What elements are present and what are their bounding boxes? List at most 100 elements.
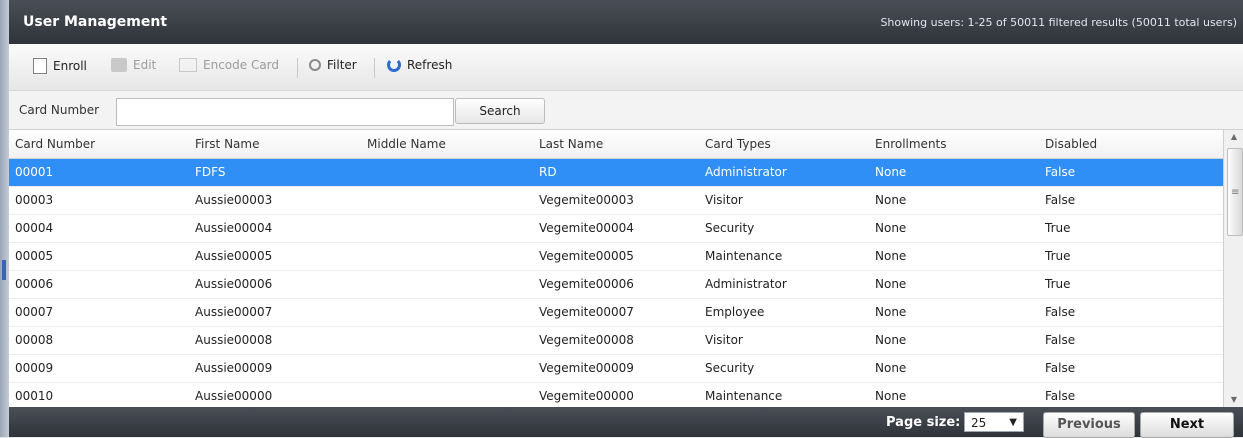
encode-card-icon <box>179 58 197 72</box>
user-management-panel: User Management Showing users: 1-25 of 5… <box>9 0 1243 438</box>
cell-first-name: Aussie00006 <box>195 277 273 291</box>
cell-enrollments: None <box>875 277 907 291</box>
cell-disabled: False <box>1045 333 1076 347</box>
magnifier-icon <box>309 59 321 71</box>
column-header-card-number[interactable]: Card Number <box>15 130 95 158</box>
results-summary: Showing users: 1-25 of 50011 filtered re… <box>880 16 1237 29</box>
cell-last-name: Vegemite00003 <box>539 193 634 207</box>
toolbar: Enroll Edit Encode Card Filter Refresh <box>9 44 1243 91</box>
pagination-footer: Page size: 25 ▼ Previous Next <box>9 407 1243 438</box>
cell-enrollments: None <box>875 389 907 403</box>
edit-button[interactable]: Edit <box>111 58 156 72</box>
column-header-enrollments[interactable]: Enrollments <box>875 130 947 158</box>
column-header-middle-name[interactable]: Middle Name <box>367 130 446 158</box>
edit-icon <box>111 58 127 72</box>
encode-card-button[interactable]: Encode Card <box>179 58 279 72</box>
table-body: 00001 FDFS RD Administrator None False 0… <box>9 159 1223 407</box>
column-header-disabled[interactable]: Disabled <box>1045 130 1097 158</box>
table-scrollbar[interactable]: ▲ ≡ ▼ <box>1223 130 1243 407</box>
page-title: User Management <box>23 14 168 30</box>
cell-last-name: Vegemite00000 <box>539 389 634 403</box>
table-row[interactable]: 00006 Aussie00006 Vegemite00006 Administ… <box>9 271 1223 299</box>
user-table: Card Number First Name Middle Name Last … <box>9 130 1223 407</box>
filter-label: Filter <box>327 58 357 72</box>
cell-card-number: 00004 <box>15 221 54 235</box>
grip-icon: ≡ <box>1231 187 1240 198</box>
cell-card-type: Employee <box>705 305 765 319</box>
cell-card-type: Maintenance <box>705 389 783 403</box>
search-bar: Card Number Search <box>9 91 1243 130</box>
cell-first-name: Aussie00007 <box>195 305 273 319</box>
cell-card-type: Administrator <box>705 165 787 179</box>
cell-last-name: Vegemite00004 <box>539 221 634 235</box>
cell-first-name: Aussie00008 <box>195 333 273 347</box>
toolbar-separator <box>297 58 298 78</box>
cell-card-number: 00009 <box>15 361 54 375</box>
cell-first-name: FDFS <box>195 165 226 179</box>
cell-first-name: Aussie00004 <box>195 221 273 235</box>
cell-card-type: Security <box>705 221 755 235</box>
table-row[interactable]: 00001 FDFS RD Administrator None False <box>9 159 1223 187</box>
column-header-first-name[interactable]: First Name <box>195 130 259 158</box>
table-row[interactable]: 00007 Aussie00007 Vegemite00007 Employee… <box>9 299 1223 327</box>
search-button[interactable]: Search <box>455 98 545 124</box>
filter-button[interactable]: Filter <box>309 58 357 72</box>
cell-last-name: Vegemite00007 <box>539 305 634 319</box>
cell-enrollments: None <box>875 333 907 347</box>
refresh-icon <box>387 58 401 72</box>
table-row[interactable]: 00005 Aussie00005 Vegemite00005 Maintena… <box>9 243 1223 271</box>
cell-card-number: 00005 <box>15 249 54 263</box>
table-row[interactable]: 00008 Aussie00008 Vegemite00008 Visitor … <box>9 327 1223 355</box>
cell-first-name: Aussie00003 <box>195 193 273 207</box>
cell-enrollments: None <box>875 165 907 179</box>
cell-card-number: 00003 <box>15 193 54 207</box>
table-row[interactable]: 00010 Aussie00000 Vegemite00000 Maintena… <box>9 383 1223 407</box>
cell-card-type: Administrator <box>705 277 787 291</box>
page-size-select[interactable]: 25 ▼ <box>964 412 1024 432</box>
cell-card-number: 00007 <box>15 305 54 319</box>
cell-card-type: Maintenance <box>705 249 783 263</box>
table-header: Card Number First Name Middle Name Last … <box>9 130 1223 159</box>
table-row[interactable]: 00009 Aussie00009 Vegemite00009 Security… <box>9 355 1223 383</box>
scrollbar-thumb[interactable]: ≡ <box>1227 148 1243 236</box>
toolbar-separator <box>374 58 375 78</box>
scroll-up-arrow-icon[interactable]: ▲ <box>1224 130 1243 144</box>
card-number-label: Card Number <box>19 103 100 117</box>
cell-disabled: True <box>1045 221 1071 235</box>
cell-card-type: Visitor <box>705 193 743 207</box>
cell-enrollments: None <box>875 305 907 319</box>
page-size-label: Page size: <box>886 415 961 430</box>
column-header-last-name[interactable]: Last Name <box>539 130 603 158</box>
previous-button[interactable]: Previous <box>1043 412 1135 438</box>
left-edge-marker <box>2 260 6 280</box>
cell-first-name: Aussie00009 <box>195 361 273 375</box>
cell-disabled: True <box>1045 249 1071 263</box>
table-row[interactable]: 00003 Aussie00003 Vegemite00003 Visitor … <box>9 187 1223 215</box>
refresh-button[interactable]: Refresh <box>387 58 452 72</box>
cell-last-name: Vegemite00006 <box>539 277 634 291</box>
cell-card-number: 00008 <box>15 333 54 347</box>
enroll-button[interactable]: Enroll <box>33 58 87 74</box>
cell-last-name: Vegemite00009 <box>539 361 634 375</box>
cell-card-type: Visitor <box>705 333 743 347</box>
cell-enrollments: None <box>875 193 907 207</box>
cell-enrollments: None <box>875 249 907 263</box>
column-header-card-types[interactable]: Card Types <box>705 130 771 158</box>
edit-label: Edit <box>133 58 157 72</box>
cell-enrollments: None <box>875 361 907 375</box>
cell-disabled: False <box>1045 389 1076 403</box>
left-edge <box>0 0 9 437</box>
next-button[interactable]: Next <box>1140 412 1234 438</box>
cell-enrollments: None <box>875 221 907 235</box>
enroll-label: Enroll <box>53 59 87 73</box>
cell-card-type: Security <box>705 361 755 375</box>
cell-card-number: 00001 <box>15 165 54 179</box>
cell-last-name: RD <box>539 165 557 179</box>
scroll-down-arrow-icon[interactable]: ▼ <box>1224 393 1243 407</box>
page-size-value: 25 <box>971 416 987 430</box>
table-row[interactable]: 00004 Aussie00004 Vegemite00004 Security… <box>9 215 1223 243</box>
cell-disabled: True <box>1045 277 1071 291</box>
card-number-search-input[interactable] <box>116 98 454 126</box>
cell-disabled: False <box>1045 165 1076 179</box>
chevron-down-icon: ▼ <box>1009 417 1017 428</box>
